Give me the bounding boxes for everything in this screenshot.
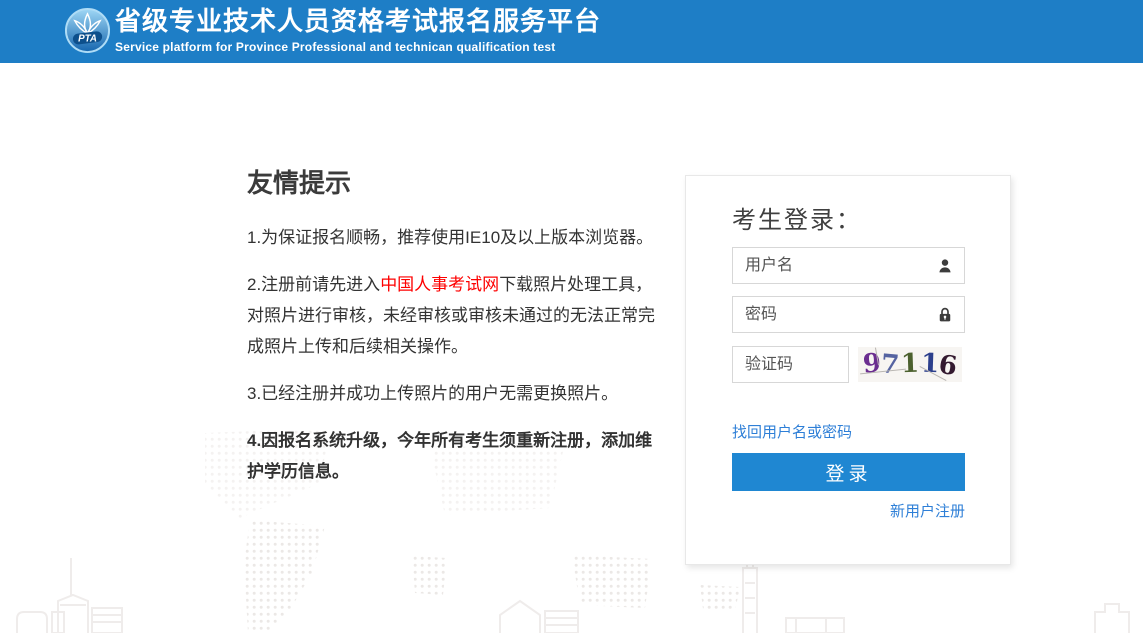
pta-logo-text: PTA [78, 33, 97, 44]
pta-logo-icon: PTA [64, 7, 111, 54]
header-titles: 省级专业技术人员资格考试报名服务平台 Service platform for … [115, 6, 601, 54]
notice-panel: 友情提示 1.为保证报名顺畅，推荐使用IE10及以上版本浏览器。 2.注册前请先… [247, 163, 665, 503]
notice-heading: 友情提示 [247, 163, 665, 200]
username-field [732, 247, 965, 284]
username-input[interactable] [732, 247, 965, 284]
password-field [732, 296, 965, 333]
login-button[interactable]: 登录 [732, 453, 965, 491]
register-link[interactable]: 新用户注册 [890, 503, 965, 520]
notice-item-1: 1.为保证报名顺畅，推荐使用IE10及以上版本浏览器。 [247, 222, 665, 253]
login-title: 考生登录： [732, 200, 862, 235]
captcha-input[interactable] [732, 346, 849, 383]
forgot-credentials-link[interactable]: 找回用户名或密码 [732, 421, 852, 442]
app-subtitle: Service platform for Province Profession… [115, 40, 601, 54]
china-personnel-exam-site-link[interactable]: 中国人事考试网 [380, 275, 499, 294]
register-row: 新用户注册 [732, 500, 965, 521]
password-input[interactable] [732, 296, 965, 333]
login-panel: 考生登录： 9 7 1 1 6 [685, 175, 1011, 565]
notice-item-4: 4.因报名系统升级，今年所有考生须重新注册，添加维护学历信息。 [247, 425, 665, 487]
app-header: PTA 省级专业技术人员资格考试报名服务平台 Service platform … [0, 0, 1143, 63]
app-title: 省级专业技术人员资格考试报名服务平台 [115, 6, 601, 37]
page: PTA 省级专业技术人员资格考试报名服务平台 Service platform … [0, 0, 1143, 633]
captcha-digit: 7 [880, 347, 901, 382]
user-icon [936, 257, 954, 275]
captcha-digit: 1 [901, 347, 920, 382]
notice-item-2-prefix: 2.注册前请先进入 [247, 275, 380, 294]
notice-item-2: 2.注册前请先进入中国人事考试网下载照片处理工具，对照片进行审核，未经审核或审核… [247, 269, 665, 362]
captcha-image[interactable]: 9 7 1 1 6 [858, 347, 962, 382]
notice-item-3: 3.已经注册并成功上传照片的用户无需更换照片。 [247, 378, 665, 409]
lock-icon [936, 306, 954, 324]
captcha-row: 9 7 1 1 6 [732, 346, 965, 383]
